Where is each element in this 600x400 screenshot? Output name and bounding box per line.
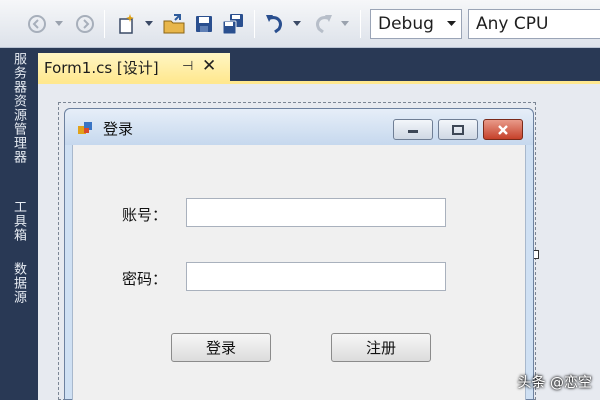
form-title-bar: 登录 bbox=[65, 109, 533, 145]
form-app-icon bbox=[78, 120, 94, 140]
redo-button[interactable] bbox=[310, 11, 336, 37]
back-dropdown[interactable] bbox=[52, 11, 66, 37]
minimize-icon bbox=[408, 129, 418, 133]
account-label: 账号： bbox=[122, 206, 168, 224]
chevron-down-icon bbox=[145, 21, 153, 26]
data-sources-tab[interactable]: 数据源 bbox=[6, 262, 30, 304]
save-all-button[interactable] bbox=[220, 11, 246, 37]
solution-platform-select[interactable]: Any CPU bbox=[468, 9, 600, 39]
new-project-icon bbox=[119, 14, 134, 34]
redo-icon bbox=[316, 15, 332, 34]
toolbox-tab[interactable]: 工具箱 bbox=[6, 200, 30, 242]
left-tool-window-strip: 服务器资源管理器 工具箱 数据源 bbox=[0, 48, 38, 400]
register-button[interactable]: 注册 bbox=[331, 333, 431, 362]
close-tab-icon[interactable]: ✕ bbox=[202, 56, 216, 76]
server-explorer-tab[interactable]: 服务器资源管理器 bbox=[6, 52, 30, 164]
tab-title: Form1.cs [设计] bbox=[44, 59, 159, 77]
minimize-button[interactable] bbox=[393, 119, 433, 140]
save-icon bbox=[196, 16, 212, 32]
form-client-area: 账号： 密码： 登录 注册 bbox=[72, 145, 526, 400]
close-window-button[interactable] bbox=[483, 119, 523, 140]
open-file-button[interactable] bbox=[160, 11, 188, 37]
tab-form1-design[interactable]: Form1.cs [设计] ⊣ ✕ bbox=[38, 53, 230, 82]
maximize-icon bbox=[452, 124, 464, 135]
account-input[interactable] bbox=[186, 198, 446, 227]
chevron-down-icon bbox=[441, 10, 461, 38]
back-icon bbox=[28, 15, 46, 33]
redo-dropdown[interactable] bbox=[338, 11, 352, 37]
navigate-forward-button[interactable] bbox=[72, 11, 98, 37]
pin-icon[interactable]: ⊣ bbox=[182, 59, 193, 74]
password-label: 密码： bbox=[122, 270, 168, 288]
navigate-back-button[interactable] bbox=[24, 11, 50, 37]
undo-icon bbox=[266, 15, 282, 34]
toolbar-separator bbox=[104, 10, 105, 38]
open-icon bbox=[163, 14, 185, 34]
close-icon bbox=[498, 124, 508, 135]
undo-dropdown[interactable] bbox=[290, 11, 304, 37]
chevron-down-icon bbox=[293, 21, 301, 26]
save-button[interactable] bbox=[192, 11, 216, 37]
form-designer-surface[interactable]: 登录 账号： 密码： 登录 注册 bbox=[38, 84, 600, 400]
document-tab-strip: Form1.cs [设计] ⊣ ✕ bbox=[38, 48, 600, 82]
watermark: 头条 @恋空 bbox=[517, 375, 592, 391]
undo-button[interactable] bbox=[262, 11, 288, 37]
chevron-down-icon bbox=[341, 21, 349, 26]
save-all-icon bbox=[222, 14, 243, 35]
platform-value: Any CPU bbox=[476, 14, 549, 34]
solution-configuration-select[interactable]: Debug bbox=[370, 9, 462, 39]
new-project-dropdown[interactable] bbox=[142, 11, 156, 37]
forward-icon bbox=[76, 15, 94, 33]
login-button[interactable]: 登录 bbox=[171, 333, 271, 362]
toolbar-separator bbox=[254, 10, 255, 38]
maximize-button[interactable] bbox=[438, 119, 478, 140]
password-input[interactable] bbox=[186, 262, 446, 291]
login-form-window[interactable]: 登录 账号： 密码： 登录 注册 bbox=[64, 108, 534, 400]
new-project-button[interactable] bbox=[114, 11, 140, 37]
form-title: 登录 bbox=[103, 120, 134, 138]
standard-toolbar: Debug Any CPU bbox=[0, 0, 600, 48]
configuration-value: Debug bbox=[378, 14, 434, 34]
chevron-down-icon bbox=[55, 21, 63, 26]
toolbar-separator bbox=[360, 10, 361, 38]
